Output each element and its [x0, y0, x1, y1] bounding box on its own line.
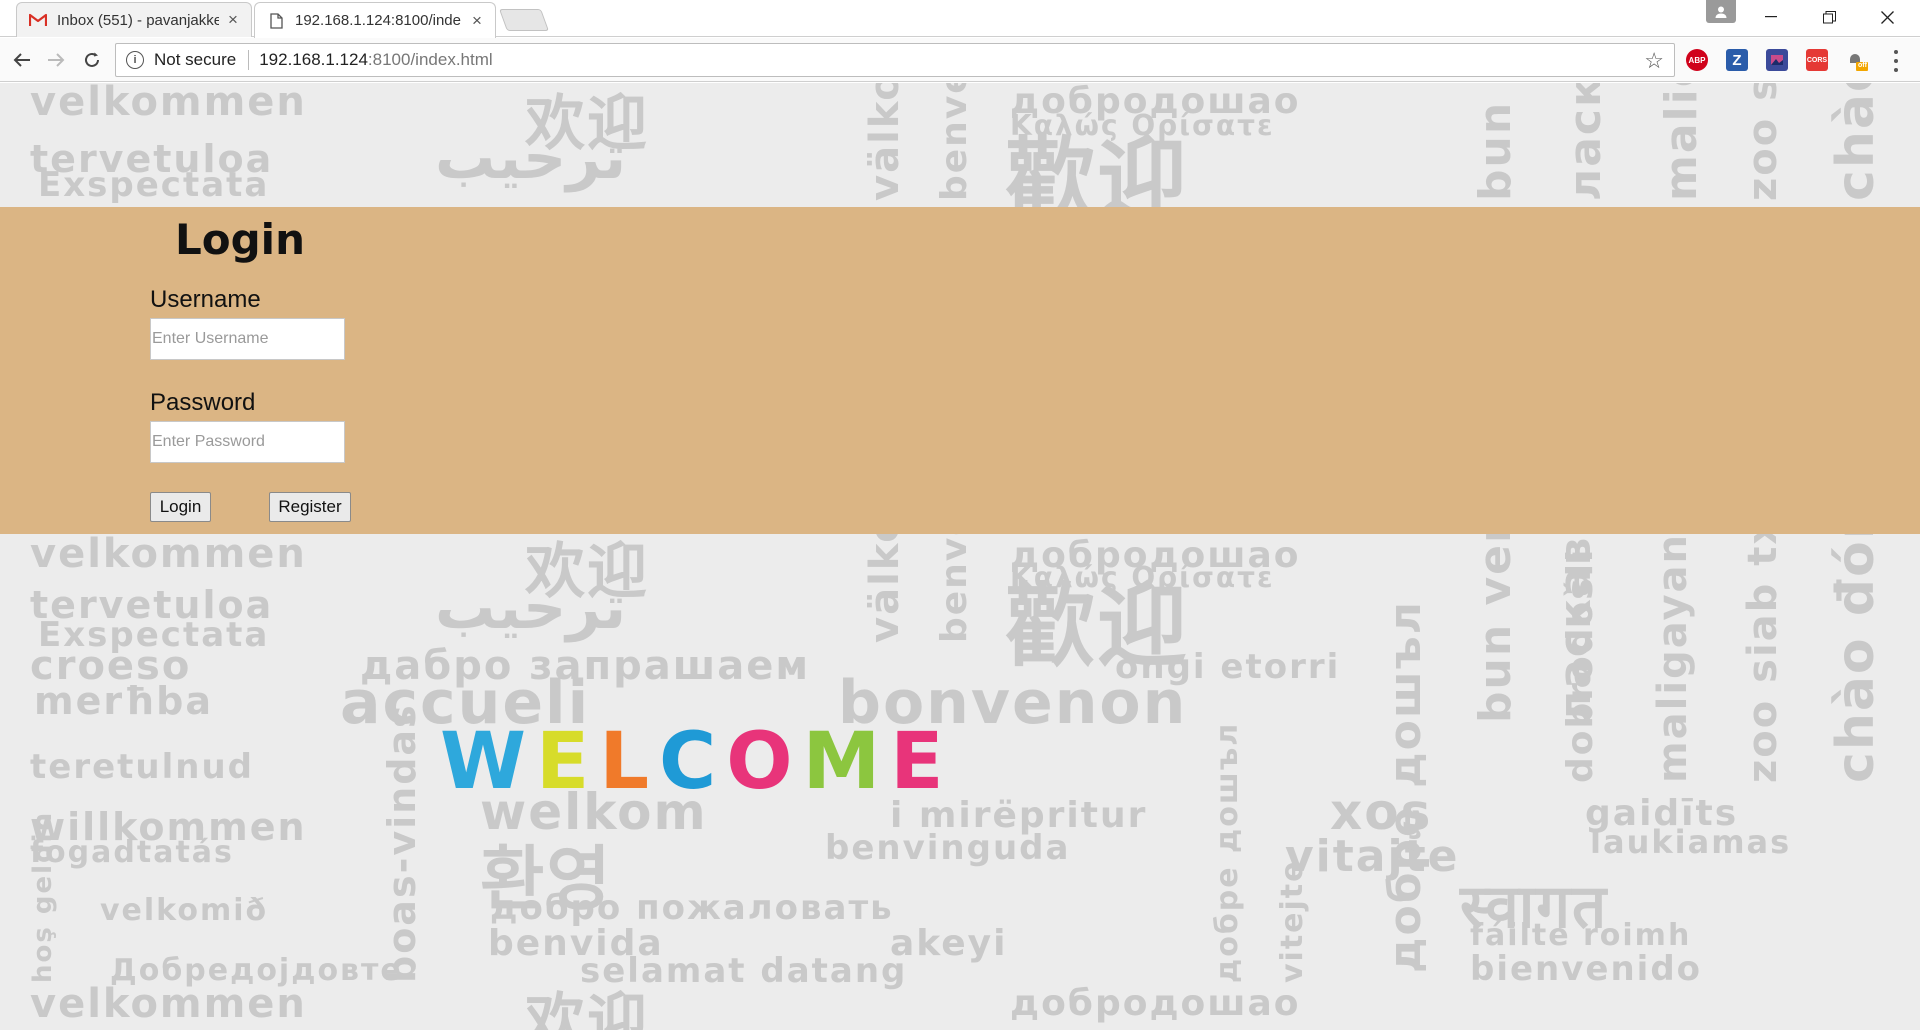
plugin-off-icon[interactable]: off: [1846, 49, 1868, 71]
bg-word: Exspectata: [38, 165, 270, 205]
bg-word: vitajte: [1285, 831, 1460, 882]
bg-word: velkommen: [30, 981, 307, 1027]
welcome-letter: W: [440, 717, 537, 807]
welcome-letter: L: [599, 717, 660, 807]
password-input[interactable]: [150, 421, 345, 463]
bg-word: vitejte: [1275, 859, 1310, 984]
username-input[interactable]: [150, 318, 345, 360]
bg-word: dobrodošli: [1560, 547, 1601, 783]
bg-word: स्वागत: [1460, 872, 1609, 942]
password-label: Password: [150, 389, 256, 416]
bg-word: 欢迎: [525, 987, 649, 1030]
url-host: 192.168.1.124: [259, 50, 368, 69]
reload-icon[interactable]: [78, 47, 106, 73]
bg-word: ترحيب: [435, 573, 627, 643]
bg-word: velkomið: [100, 893, 269, 928]
welcome-letter: M: [802, 717, 891, 807]
bg-word: akeyi: [890, 923, 1008, 964]
profile-icon[interactable]: [1706, 0, 1736, 23]
page-viewport: velkommen 欢迎 добродошао tervetuloa ترحيب…: [0, 83, 1920, 1030]
new-tab-button[interactable]: [498, 9, 550, 31]
bg-word: benvinguda: [825, 828, 1071, 868]
address-bar[interactable]: i Not secure 192.168.1.124:8100/index.ht…: [115, 43, 1675, 77]
bg-word: добре дошъл: [1210, 721, 1245, 983]
bg-word: zoo siab txais tos: [1740, 83, 1786, 201]
tab-gmail[interactable]: Inbox (551) - pavanjakke ×: [16, 2, 252, 37]
username-label: Username: [150, 286, 261, 313]
welcome-banner: WELCOME: [440, 723, 954, 801]
restore-icon[interactable]: [1800, 0, 1858, 34]
url-path: :8100/index.html: [367, 50, 493, 69]
info-icon[interactable]: i: [126, 51, 144, 69]
bookmark-star-icon[interactable]: ☆: [1644, 48, 1664, 74]
welcome-letter: E: [536, 717, 600, 807]
plugin-off-label: off: [1858, 62, 1867, 69]
back-icon[interactable]: [8, 47, 36, 73]
welcome-letter: O: [726, 717, 803, 807]
cors-icon[interactable]: CORS: [1806, 49, 1828, 71]
login-panel: Login Username Password Login Register: [0, 207, 1920, 534]
browser-menu-icon[interactable]: [1890, 50, 1902, 72]
bg-word: добре дошъл: [1380, 600, 1431, 973]
bg-word: bun venit: [1470, 83, 1521, 201]
login-button[interactable]: Login: [150, 492, 211, 522]
close-tab-icon[interactable]: ×: [469, 11, 485, 31]
bg-word: teretulnud: [30, 747, 254, 787]
bg-word: fogadtatás: [30, 835, 234, 870]
bg-word: Καλώς Ορίσατε: [1010, 109, 1275, 142]
welcome-text: WELCOME: [440, 717, 954, 807]
divider: [248, 50, 250, 70]
bg-word: 환영: [480, 838, 613, 920]
page-icon: [267, 12, 285, 30]
bg-word: benvenuto: [934, 83, 975, 201]
bg-word: velkommen: [30, 83, 307, 125]
extension-icon[interactable]: [1766, 49, 1788, 71]
bg-word: hoş geldin: [28, 810, 58, 983]
zotero-icon[interactable]: Z: [1726, 49, 1748, 71]
tab-title: 192.168.1.124:8100/inde: [295, 12, 461, 29]
tab-title: Inbox (551) - pavanjakke: [57, 11, 219, 29]
bg-word: velkommen: [30, 531, 307, 577]
abp-icon[interactable]: ABP: [1686, 49, 1708, 71]
close-tab-icon[interactable]: ×: [225, 10, 241, 30]
bg-word: välkommen: [862, 83, 908, 201]
minimize-icon[interactable]: [1742, 0, 1800, 34]
welcome-letter: C: [659, 717, 727, 807]
security-label: Not secure: [154, 50, 237, 69]
register-button[interactable]: Register: [269, 492, 351, 522]
close-window-icon[interactable]: [1858, 0, 1916, 34]
bg-word: merħba: [34, 679, 213, 723]
forward-icon[interactable]: [42, 47, 70, 73]
login-title: Login: [175, 215, 305, 264]
tab-local-app[interactable]: 192.168.1.124:8100/inde ×: [254, 2, 496, 38]
bg-word: ترحيب: [435, 123, 627, 193]
bg-word: boas-vindas: [380, 703, 424, 983]
bg-word: ласкаво просимо: [1560, 83, 1611, 201]
tab-strip: Inbox (551) - pavanjakke × 192.168.1.124…: [0, 0, 1920, 38]
bg-word: добродошао: [1010, 983, 1301, 1024]
welcome-letter: E: [890, 717, 954, 807]
bg-word: bienvenido: [1470, 949, 1703, 989]
bg-word: chào đón: [1826, 500, 1886, 783]
browser-toolbar: i Not secure 192.168.1.124:8100/index.ht…: [0, 38, 1920, 82]
bg-word: chào đón: [1826, 83, 1886, 201]
gmail-icon: [29, 11, 47, 29]
bg-word: maligayang pagdating: [1656, 83, 1707, 201]
bg-word: laukiamas: [1590, 823, 1792, 861]
